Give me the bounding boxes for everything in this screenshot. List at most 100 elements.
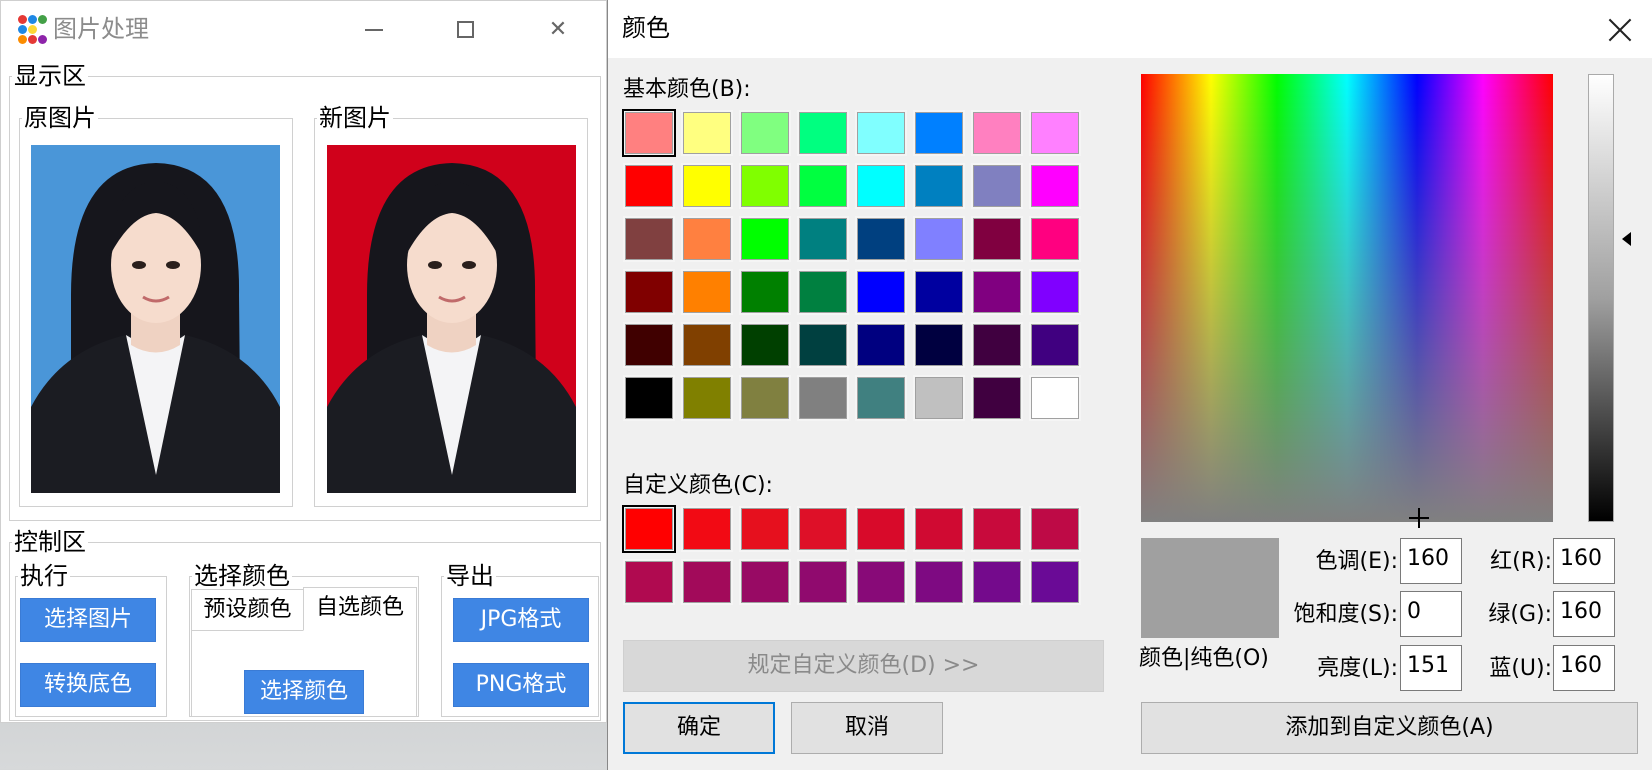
- blue-label: 蓝(U):: [1489, 656, 1552, 681]
- custom-color-swatch[interactable]: [797, 559, 849, 605]
- dialog-titlebar[interactable]: 颜色: [608, 0, 1652, 58]
- select-image-button[interactable]: 选择图片: [20, 598, 156, 642]
- basic-color-swatch[interactable]: [681, 216, 733, 262]
- basic-color-swatch[interactable]: [913, 216, 965, 262]
- basic-color-swatch[interactable]: [855, 269, 907, 315]
- maximize-icon: [457, 21, 474, 38]
- custom-color-swatch[interactable]: [971, 559, 1023, 605]
- custom-color-swatch[interactable]: [622, 505, 676, 553]
- choose-color-button[interactable]: 选择颜色: [244, 670, 364, 714]
- basic-color-swatch[interactable]: [739, 216, 791, 262]
- basic-color-swatch[interactable]: [681, 322, 733, 368]
- basic-color-swatch[interactable]: [739, 375, 791, 421]
- basic-color-swatch[interactable]: [623, 163, 675, 209]
- custom-color-swatch[interactable]: [681, 506, 733, 552]
- basic-color-swatch[interactable]: [913, 163, 965, 209]
- basic-color-swatch[interactable]: [797, 216, 849, 262]
- basic-color-swatch[interactable]: [1029, 322, 1081, 368]
- dialog-title: 颜色: [622, 14, 670, 42]
- luminance-slider[interactable]: [1588, 74, 1614, 522]
- convert-background-button[interactable]: 转换底色: [20, 663, 156, 707]
- custom-color-swatch[interactable]: [797, 506, 849, 552]
- basic-color-swatch[interactable]: [913, 375, 965, 421]
- luminance-arrow-icon[interactable]: [1622, 232, 1631, 246]
- basic-color-swatch[interactable]: [622, 109, 676, 157]
- custom-color-swatch[interactable]: [855, 559, 907, 605]
- basic-color-swatch[interactable]: [913, 110, 965, 156]
- basic-color-swatch[interactable]: [739, 110, 791, 156]
- custom-color-swatch[interactable]: [739, 559, 791, 605]
- tab-custom-colors[interactable]: 自选颜色: [303, 587, 417, 631]
- basic-color-swatch[interactable]: [913, 269, 965, 315]
- basic-color-swatch[interactable]: [971, 269, 1023, 315]
- basic-colors-grid: [622, 109, 1088, 428]
- minimize-button[interactable]: [351, 7, 397, 53]
- saturation-input[interactable]: 0: [1400, 591, 1462, 637]
- green-input[interactable]: 160: [1553, 591, 1615, 637]
- basic-color-swatch[interactable]: [855, 322, 907, 368]
- blue-input[interactable]: 160: [1553, 645, 1615, 691]
- color-spectrum[interactable]: [1141, 74, 1553, 522]
- basic-color-swatch[interactable]: [623, 216, 675, 262]
- maximize-button[interactable]: [443, 7, 489, 53]
- ok-button[interactable]: 确定: [623, 702, 775, 754]
- custom-color-swatch[interactable]: [739, 506, 791, 552]
- basic-color-swatch[interactable]: [971, 110, 1023, 156]
- basic-color-swatch[interactable]: [913, 322, 965, 368]
- basic-color-swatch[interactable]: [681, 269, 733, 315]
- custom-color-swatch[interactable]: [913, 506, 965, 552]
- basic-color-swatch[interactable]: [971, 163, 1023, 209]
- custom-color-swatch[interactable]: [855, 506, 907, 552]
- basic-color-swatch[interactable]: [1029, 375, 1081, 421]
- add-to-custom-colors-button[interactable]: 添加到自定义颜色(A): [1141, 702, 1638, 754]
- basic-color-swatch[interactable]: [681, 163, 733, 209]
- dialog-close-button[interactable]: [1598, 8, 1642, 52]
- basic-color-swatch[interactable]: [971, 375, 1023, 421]
- red-input[interactable]: 160: [1553, 538, 1615, 584]
- custom-color-swatch[interactable]: [623, 559, 675, 605]
- basic-color-swatch[interactable]: [681, 110, 733, 156]
- app-titlebar[interactable]: 图片处理 ✕: [1, 1, 606, 59]
- custom-color-swatch[interactable]: [1029, 506, 1081, 552]
- basic-color-swatch[interactable]: [855, 216, 907, 262]
- define-custom-colors-button[interactable]: 规定自定义颜色(D) >>: [623, 640, 1104, 692]
- basic-color-swatch[interactable]: [623, 375, 675, 421]
- basic-color-swatch[interactable]: [797, 375, 849, 421]
- basic-color-swatch[interactable]: [855, 110, 907, 156]
- color-tabs: 预设颜色 自选颜色: [191, 587, 417, 631]
- basic-color-swatch[interactable]: [797, 269, 849, 315]
- export-png-button[interactable]: PNG格式: [453, 663, 589, 707]
- basic-color-swatch[interactable]: [1029, 216, 1081, 262]
- basic-color-swatch[interactable]: [855, 375, 907, 421]
- custom-color-swatch[interactable]: [681, 559, 733, 605]
- custom-color-swatch[interactable]: [913, 559, 965, 605]
- basic-color-swatch[interactable]: [1029, 110, 1081, 156]
- basic-colors-label: 基本颜色(B):: [623, 77, 751, 102]
- hue-input[interactable]: 160: [1400, 538, 1462, 584]
- basic-color-swatch[interactable]: [855, 163, 907, 209]
- basic-color-swatch[interactable]: [739, 269, 791, 315]
- custom-color-swatch[interactable]: [971, 506, 1023, 552]
- basic-color-swatch[interactable]: [797, 110, 849, 156]
- original-image-legend: 原图片: [24, 104, 96, 132]
- luminance-label: 亮度(L):: [1317, 656, 1398, 681]
- close-button[interactable]: ✕: [535, 7, 581, 53]
- export-jpg-button[interactable]: JPG格式: [453, 598, 589, 642]
- luminance-input[interactable]: 151: [1400, 645, 1462, 691]
- basic-color-swatch[interactable]: [1029, 163, 1081, 209]
- choose-color-legend: 选择颜色: [194, 562, 290, 590]
- basic-color-swatch[interactable]: [797, 163, 849, 209]
- basic-color-swatch[interactable]: [739, 322, 791, 368]
- basic-color-swatch[interactable]: [623, 269, 675, 315]
- cancel-button[interactable]: 取消: [791, 702, 943, 754]
- basic-color-swatch[interactable]: [971, 322, 1023, 368]
- custom-color-swatch[interactable]: [1029, 559, 1081, 605]
- basic-color-swatch[interactable]: [739, 163, 791, 209]
- basic-color-swatch[interactable]: [971, 216, 1023, 262]
- basic-color-swatch[interactable]: [623, 322, 675, 368]
- basic-color-swatch[interactable]: [797, 322, 849, 368]
- spectrum-crosshair-icon[interactable]: [1409, 508, 1429, 528]
- basic-color-swatch[interactable]: [1029, 269, 1081, 315]
- basic-color-swatch[interactable]: [681, 375, 733, 421]
- tab-preset-colors[interactable]: 预设颜色: [191, 589, 304, 631]
